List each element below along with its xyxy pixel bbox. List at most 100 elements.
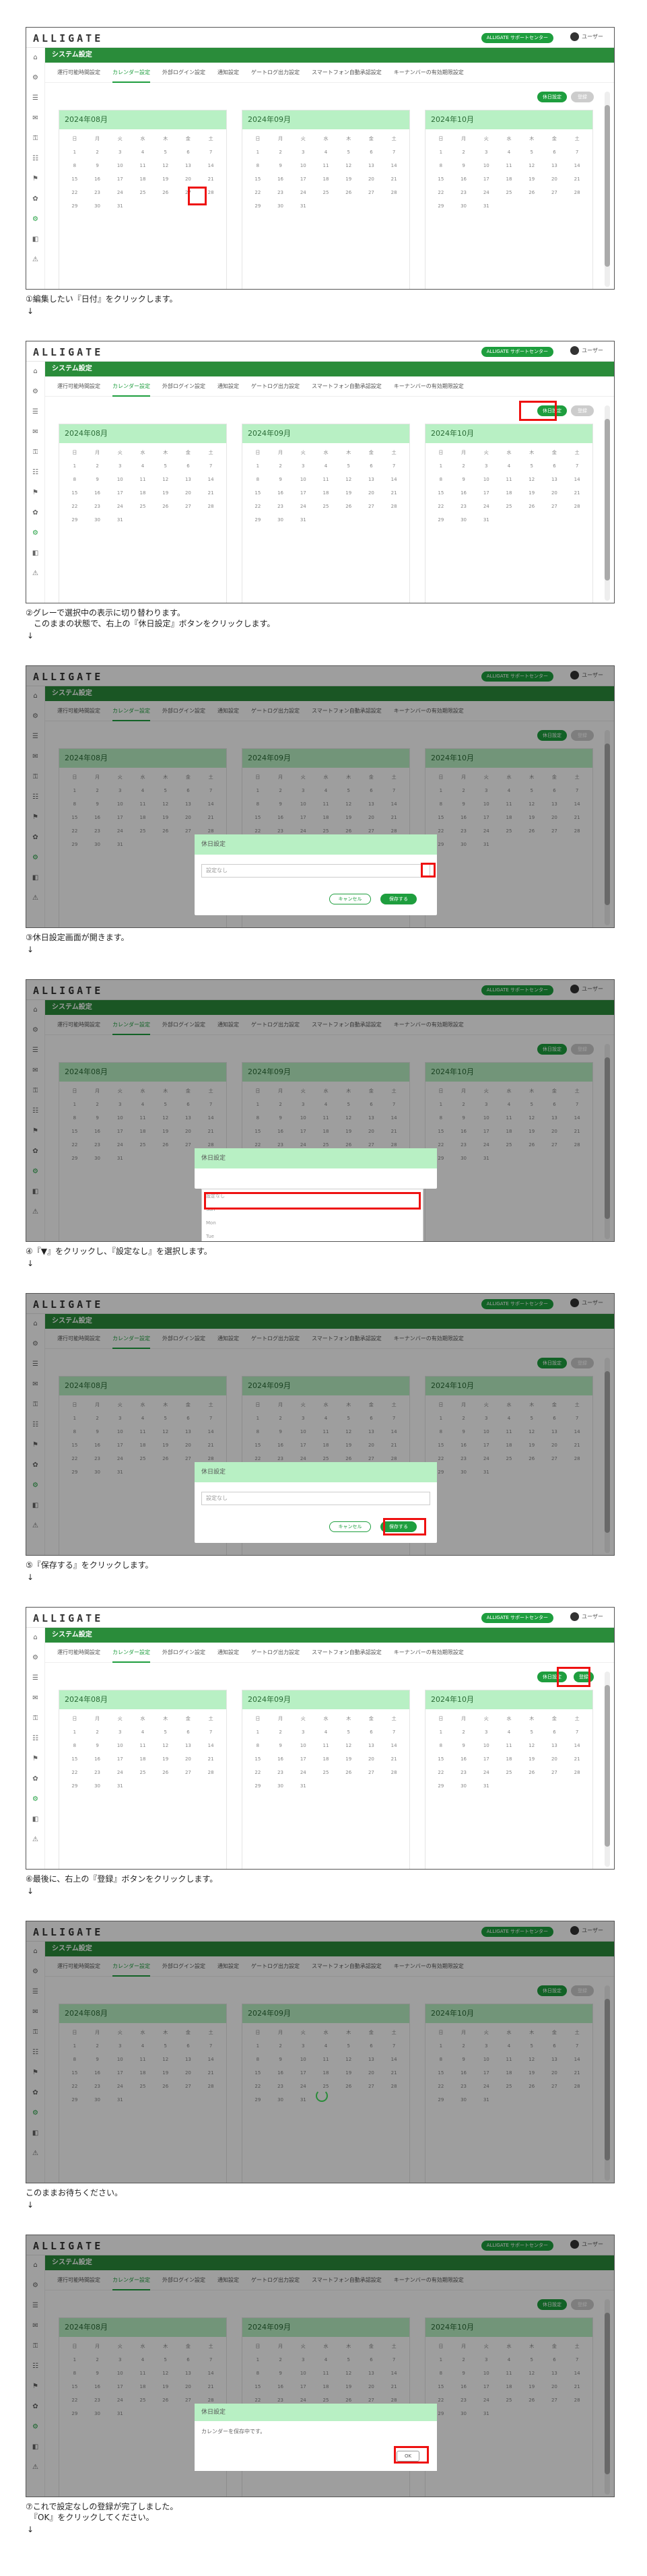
day-cell[interactable]: 6 [177, 784, 200, 797]
day-cell[interactable]: 13 [360, 1111, 383, 1125]
day-cell[interactable]: 3 [292, 145, 314, 159]
day-cell[interactable]: 13 [543, 1111, 566, 1125]
day-cell[interactable]: 18 [131, 1125, 154, 1138]
day-cell[interactable]: 7 [199, 784, 222, 797]
sidebar-icon[interactable]: ⚙ [26, 848, 44, 868]
sidebar-icon[interactable]: ✉ [26, 2316, 44, 2336]
sidebar-icon[interactable]: ◧ [26, 2437, 44, 2457]
day-cell[interactable]: 16 [452, 1752, 475, 1766]
day-cell[interactable]: 1 [63, 2039, 86, 2053]
day-cell[interactable]: 21 [199, 1125, 222, 1138]
day-cell[interactable]: 10 [475, 1111, 498, 1125]
day-cell[interactable]: 22 [63, 2080, 86, 2093]
day-cell[interactable]: 3 [292, 1725, 314, 1739]
day-cell[interactable]: 15 [63, 1125, 86, 1138]
day-cell[interactable]: 8 [246, 159, 269, 172]
day-cell[interactable] [131, 1779, 154, 1793]
day-cell[interactable]: 21 [199, 811, 222, 824]
day-cell[interactable]: 8 [246, 1739, 269, 1752]
day-cell[interactable]: 22 [246, 500, 269, 513]
day-cell[interactable]: 7 [382, 145, 405, 159]
day-cell[interactable] [131, 199, 154, 213]
tab-4[interactable]: ゲートログ出力設定 [251, 1643, 300, 1663]
day-cell[interactable] [382, 2093, 405, 2107]
day-cell[interactable]: 1 [246, 459, 269, 473]
day-cell[interactable]: 3 [292, 1412, 314, 1425]
day-cell[interactable]: 8 [63, 473, 86, 486]
tab-4[interactable]: ゲートログ出力設定 [251, 63, 300, 83]
user-menu[interactable]: ユーザー [570, 32, 603, 41]
sidebar-icon[interactable]: ⚠ [26, 1830, 44, 1850]
sidebar-icon[interactable]: ⚑ [26, 1749, 44, 1769]
sidebar-icon[interactable]: ☷ [26, 463, 44, 483]
day-cell[interactable]: 18 [314, 1439, 337, 1452]
tab-2[interactable]: 外部ログイン設定 [162, 63, 205, 83]
scrollbar[interactable] [605, 405, 610, 601]
sidebar-icon[interactable]: ⚿ [26, 1395, 44, 1415]
holiday-select[interactable]: 設定なし [201, 1492, 430, 1505]
scrollbar[interactable] [605, 1044, 610, 1239]
day-cell[interactable]: 13 [543, 1739, 566, 1752]
day-cell[interactable]: 14 [566, 2367, 588, 2380]
tab-0[interactable]: 運行可能時間設定 [57, 2270, 100, 2290]
day-cell[interactable] [337, 199, 360, 213]
day-cell[interactable]: 10 [475, 473, 498, 486]
day-cell[interactable]: 31 [292, 1779, 314, 1793]
day-cell[interactable]: 18 [498, 2066, 520, 2080]
day-cell[interactable]: 12 [337, 1425, 360, 1439]
day-cell[interactable]: 27 [360, 186, 383, 199]
sidebar-icon[interactable]: ☰ [26, 1668, 44, 1688]
day-cell[interactable]: 11 [498, 1425, 520, 1439]
day-cell[interactable]: 11 [498, 1111, 520, 1125]
day-cell[interactable]: 31 [475, 513, 498, 527]
day-cell[interactable]: 20 [543, 2066, 566, 2080]
day-cell[interactable]: 21 [382, 2380, 405, 2393]
day-cell[interactable]: 30 [269, 199, 292, 213]
day-cell[interactable]: 8 [430, 1111, 452, 1125]
tab-0[interactable]: 運行可能時間設定 [57, 701, 100, 721]
day-cell[interactable]: 4 [314, 784, 337, 797]
day-cell[interactable]: 9 [452, 2367, 475, 2380]
day-cell[interactable]: 25 [498, 2080, 520, 2093]
day-cell[interactable]: 10 [475, 1739, 498, 1752]
day-cell[interactable]: 8 [63, 797, 86, 811]
day-cell[interactable]: 10 [108, 1425, 131, 1439]
day-cell[interactable]: 10 [108, 2367, 131, 2380]
day-cell[interactable]: 23 [452, 500, 475, 513]
day-cell[interactable]: 16 [86, 2380, 109, 2393]
day-cell[interactable]: 20 [360, 2380, 383, 2393]
day-cell[interactable]: 14 [199, 159, 222, 172]
day-cell[interactable]: 18 [131, 486, 154, 500]
day-cell[interactable]: 16 [452, 811, 475, 824]
day-cell[interactable]: 13 [360, 2053, 383, 2066]
day-cell[interactable]: 12 [154, 2367, 177, 2380]
day-cell[interactable]: 3 [292, 459, 314, 473]
day-cell[interactable]: 1 [63, 145, 86, 159]
day-cell[interactable]: 6 [543, 784, 566, 797]
day-cell[interactable] [543, 1465, 566, 1479]
day-cell[interactable]: 21 [566, 2380, 588, 2393]
day-cell[interactable] [520, 1152, 543, 1165]
sidebar-icon[interactable]: ☷ [26, 149, 44, 169]
day-cell[interactable]: 26 [154, 186, 177, 199]
day-cell[interactable]: 19 [337, 172, 360, 186]
day-cell[interactable]: 23 [86, 2080, 109, 2093]
day-cell[interactable] [337, 513, 360, 527]
day-cell[interactable]: 21 [199, 1752, 222, 1766]
day-cell[interactable]: 29 [63, 838, 86, 851]
day-cell[interactable]: 30 [269, 1779, 292, 1793]
day-cell[interactable]: 21 [199, 2066, 222, 2080]
day-cell[interactable]: 30 [452, 2407, 475, 2420]
day-cell[interactable]: 27 [543, 1766, 566, 1779]
sidebar-icon[interactable]: ⚙ [26, 1334, 44, 1354]
day-cell[interactable]: 4 [314, 2353, 337, 2367]
day-cell[interactable]: 3 [108, 2353, 131, 2367]
day-cell[interactable]: 13 [177, 1425, 200, 1439]
day-cell[interactable] [566, 2093, 588, 2107]
cancel-button[interactable]: キャンセル [329, 1521, 371, 1532]
tab-3[interactable]: 通知設定 [217, 1956, 239, 1977]
day-cell[interactable]: 20 [177, 811, 200, 824]
day-cell[interactable]: 1 [63, 784, 86, 797]
scrollbar[interactable] [605, 2299, 610, 2495]
day-cell[interactable]: 29 [430, 2093, 452, 2107]
